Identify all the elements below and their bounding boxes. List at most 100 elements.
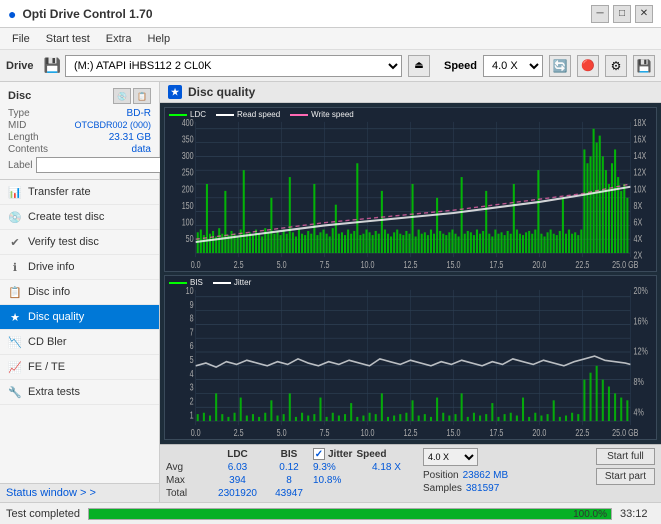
nav-disc-info-label: Disc info [28,286,70,298]
start-full-button[interactable]: Start full [596,448,655,465]
extra-tests-icon: 🔧 [8,385,22,399]
menu-help[interactable]: Help [139,31,178,47]
disc-icon-1: 💿 [117,92,127,101]
settings-button[interactable]: ⚙ [605,55,627,77]
disc-title: Disc [8,90,31,102]
progress-fill [89,509,611,519]
drive-combo[interactable]: (M:) ATAPI iHBS112 2 CL0K [65,55,402,77]
nav-cd-bler[interactable]: 📉 CD Bler [0,330,159,355]
burn-button[interactable]: 🔴 [577,55,599,77]
svg-text:14X: 14X [633,150,646,161]
menu-start-test[interactable]: Start test [38,31,98,47]
svg-text:200: 200 [182,183,194,194]
disc-label-input[interactable] [36,157,174,173]
svg-text:6: 6 [190,340,194,351]
max-label: Max [166,475,206,486]
speed-combo[interactable]: 4.0 X [483,55,543,77]
avg-bis: 0.12 [269,462,309,473]
svg-text:50: 50 [186,233,194,244]
nav-transfer-rate[interactable]: 📊 Transfer rate [0,180,159,205]
position-label: Position [423,470,459,481]
start-part-button[interactable]: Start part [596,468,655,485]
svg-text:250: 250 [182,167,194,178]
svg-text:7.5: 7.5 [320,427,330,438]
svg-text:4: 4 [190,368,194,379]
svg-text:12.5: 12.5 [404,259,418,270]
avg-jitter: 9.3% [313,462,368,473]
status-window-button[interactable]: Status window > > [0,483,159,502]
refresh-button[interactable]: 🔄 [549,55,571,77]
jitter-checkbox[interactable]: ✓ [313,448,325,460]
settings-icon: ⚙ [611,59,622,73]
svg-text:5.0: 5.0 [277,427,287,438]
nav-fe-te[interactable]: 📈 FE / TE [0,355,159,380]
menu-file[interactable]: File [4,31,38,47]
content-title: Disc quality [188,85,255,99]
svg-text:2: 2 [190,395,194,406]
svg-text:20.0: 20.0 [532,427,546,438]
charts-area: LDC Read speed Write speed [160,103,661,444]
toolbar: Drive 💾 (M:) ATAPI iHBS112 2 CL0K ⏏ Spee… [0,50,661,82]
speed-col-header: Speed [356,449,391,460]
svg-text:25.0 GB: 25.0 GB [612,259,639,270]
progress-text: 100.0% [573,509,607,521]
status-window-label: Status window > > [6,487,96,499]
total-bis: 43947 [269,488,309,499]
app-title: Opti Drive Control 1.70 [22,7,152,21]
nav-extra-tests[interactable]: 🔧 Extra tests [0,380,159,405]
disc-length-value: 23.31 GB [109,132,151,143]
menu-extra[interactable]: Extra [98,31,140,47]
svg-text:17.5: 17.5 [489,427,503,438]
svg-text:22.5: 22.5 [575,259,589,270]
svg-text:0.0: 0.0 [191,427,201,438]
svg-text:350: 350 [182,133,194,144]
disc-contents-row: Contents data [8,144,151,155]
maximize-button[interactable]: □ [613,5,631,23]
nav-drive-info[interactable]: ℹ Drive info [0,255,159,280]
max-ldc: 394 [210,475,265,486]
svg-text:8: 8 [190,312,194,323]
save-button[interactable]: 💾 [633,55,655,77]
jitter-col-header: Jitter [328,449,352,460]
drive-label: Drive [6,60,34,72]
nav-disc-quality[interactable]: ★ Disc quality [0,305,159,330]
sidebar: Disc 💿 📋 Type BD-R MID OTCBDR002 (000) [0,82,160,502]
refresh-icon: 🔄 [553,59,568,73]
samples-label: Samples [423,483,462,494]
burn-icon: 🔴 [581,59,595,72]
disc-header: Disc 💿 📋 [8,88,151,104]
minimize-button[interactable]: ─ [591,5,609,23]
speed-select[interactable]: 4.0 X [423,448,478,466]
bottom-time: 33:12 [620,508,655,520]
svg-text:1: 1 [190,409,194,420]
jitter-legend: Jitter [234,278,251,287]
svg-text:7.5: 7.5 [320,259,330,270]
svg-text:16%: 16% [633,315,648,326]
drive-selector: 💾 (M:) ATAPI iHBS112 2 CL0K [44,55,402,77]
svg-text:3: 3 [190,382,194,393]
svg-text:10X: 10X [633,183,646,194]
avg-label: Avg [166,462,206,473]
eject-button[interactable]: ⏏ [408,55,430,77]
svg-text:22.5: 22.5 [575,427,589,438]
disc-label-label: Label [8,160,32,171]
svg-text:25.0 GB: 25.0 GB [612,427,639,438]
svg-text:100: 100 [182,216,194,227]
jitter-checkbox-row: ✓ Jitter [313,448,352,460]
svg-text:12.5: 12.5 [404,427,418,438]
svg-text:2.5: 2.5 [234,259,244,270]
nav-verify-test-disc[interactable]: ✔ Verify test disc [0,230,159,255]
svg-text:10.0: 10.0 [361,259,375,270]
avg-speed: 4.18 X [372,462,407,473]
close-button[interactable]: ✕ [635,5,653,23]
ldc-col-header: LDC [210,449,265,460]
start-buttons: Start full Start part [596,448,655,499]
svg-text:300: 300 [182,150,194,161]
total-ldc: 2301920 [210,488,265,499]
nav-disc-info[interactable]: 📋 Disc info [0,280,159,305]
nav-create-test-disc[interactable]: 💿 Create test disc [0,205,159,230]
svg-text:9: 9 [190,299,194,310]
disc-icon-btn-1[interactable]: 💿 [113,88,131,104]
disc-icon-btn-2[interactable]: 📋 [133,88,151,104]
max-jitter: 10.8% [313,475,368,486]
